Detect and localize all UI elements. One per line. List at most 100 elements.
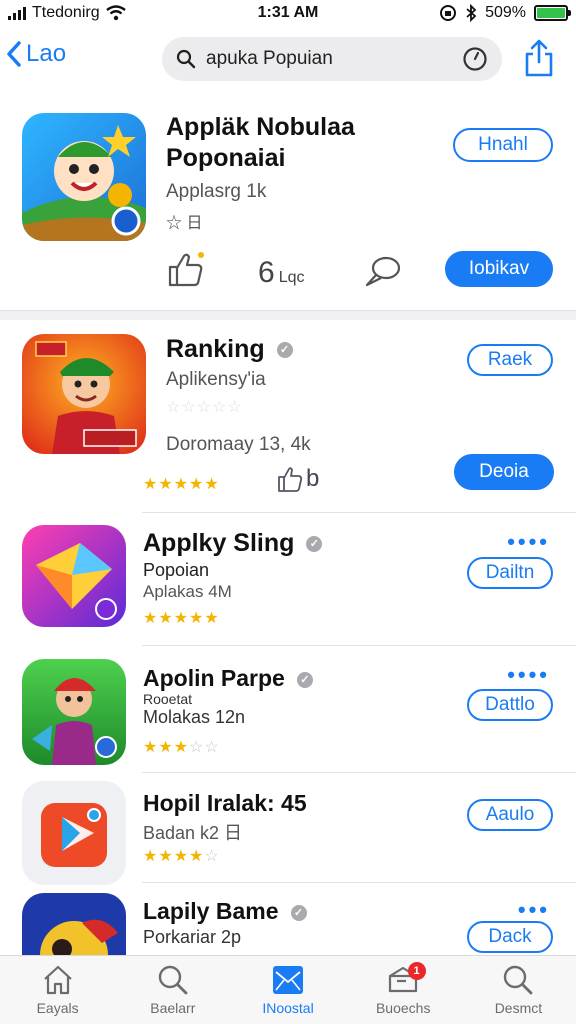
app-icon-hopil[interactable] [22,781,126,885]
tab-buoechs[interactable]: 1 Buoechs [346,956,461,1024]
featured-app-subtitle: Applasrg 1k [166,181,267,202]
app-row[interactable]: Apolin Parpe ✓ Rooetat Molakas 12n ★ ★ ★ ☆ ☆ … [0,646,576,772]
more-dots-icon[interactable]: •••• [507,531,550,553]
star-filled-icon: ★ [158,848,173,865]
notification-badge: 1 [407,962,426,980]
app-subtitle: Aplikensy'ia [166,369,266,390]
star-empty-icon: ☆ [196,399,212,416]
app-button[interactable]: Dack [467,921,553,953]
app-name: Apolin Parpe ✓ [143,663,313,694]
app-row[interactable]: Ranking ✓ Aplikensy'ia ☆ ☆ ☆ ☆ ☆ Doromaay 13,… [0,320,576,510]
star-filled-icon: ★ [143,848,158,865]
tab-baelarr[interactable]: Baelarr [115,956,230,1024]
featured-action-button[interactable]: Iobikav [445,251,553,287]
tab-label: INoostal [262,1000,314,1016]
app-button[interactable]: Aaulo [467,799,553,831]
comment-icon[interactable] [364,254,402,288]
faint-star-rating: ☆ ☆ ☆ ☆ ☆ [166,397,242,417]
star-empty-icon: ☆ [212,399,227,416]
star-filled-icon: ★ [204,476,219,493]
tab-label: Desmct [494,1000,543,1016]
battery-icon [534,5,571,21]
timer-icon[interactable] [462,46,488,72]
mail-icon [273,966,303,994]
star-rating: ★ ★ ★ ★ ☆ [143,846,219,866]
app-name-text: Apolin Parpe [143,665,285,691]
app-name: Lapily Bame ✓ [143,896,307,927]
back-button[interactable]: Lao [6,40,66,68]
app-icon-bame[interactable] [22,893,126,955]
star-filled-icon: ★ [173,739,189,756]
bluetooth-icon [466,4,477,22]
tab-eayals[interactable]: Eayals [0,956,115,1024]
search-icon [158,965,188,995]
back-label: Lao [26,40,67,67]
tab-desmct[interactable]: Desmct [461,956,576,1024]
featured-app-icon[interactable] [22,113,146,241]
star-filled-icon: ★ [143,610,158,627]
app-subtitle: Badan k2 日 [143,823,243,843]
app-subtitle: Porkariar 2p [143,927,242,947]
app-row[interactable]: Hopil Iralak: 45 Badan k2 日 ★ ★ ★ ★ ☆ Aaulo [0,773,576,885]
app-icon-ranking[interactable] [22,334,146,454]
battery-percent: 509% [485,4,526,21]
like-extra: b [306,465,320,492]
star-filled-icon: ★ [189,848,204,865]
app-name-text: Lapily Bame [143,898,279,924]
star-empty-icon: ☆ [204,739,219,756]
star-rating: ★ ★ ★ ★ ★ [143,608,219,628]
status-bar: Ttedonirg 1:31 AM 509% [0,0,576,28]
verified-icon: ✓ [276,342,293,359]
app-meta: Doromaay 13, 4k [166,434,311,455]
chevron-left-icon [7,41,21,67]
app-button[interactable]: Dailtn [467,557,553,589]
app-icon-sling[interactable] [22,525,126,627]
app-button[interactable]: Raek [467,344,553,376]
featured-count: 6 Lqc [258,256,304,290]
featured-app-card[interactable]: Appläk Nobulaa Poponaiai Applasrg 1k ☆ 日… [0,96,576,310]
verified-icon: ✓ [306,536,323,553]
star-empty-icon: ☆ [181,399,196,416]
star-filled-icon: ★ [158,739,173,756]
star-empty-icon: ☆ [189,739,204,756]
search-text: apuka Popuian [206,48,333,69]
app-button[interactable]: Dattlo [467,689,553,721]
search-icon [176,49,196,69]
star-filled-icon: ★ [158,476,173,493]
app-subtitle: Rooetat [143,691,193,707]
verified-icon: ✓ [290,904,307,921]
share-icon[interactable] [524,38,554,78]
star-filled-icon: ★ [204,610,219,627]
star-filled-icon: ★ [143,476,158,493]
star-filled-icon: ★ [143,739,158,756]
app-action-button[interactable]: Deoia [454,454,554,490]
house-icon [43,965,72,995]
featured-count-unit: Lqc [278,269,305,286]
tab-label: Eayals [36,1000,79,1016]
tab-inoostal[interactable]: INoostal [230,956,345,1024]
verified-icon: ✓ [296,671,313,688]
featured-top-button[interactable]: Hnahl [453,128,553,162]
app-icon-parpe[interactable] [22,659,126,765]
star-empty-icon: ☆ [166,399,181,416]
star-rating: ★ ★ ★ ★ ★ [143,474,219,494]
section-divider [0,310,576,320]
app-name: Applky Sling ✓ [143,528,323,559]
app-row[interactable]: Applky Sling ✓ Popoian Aplakas 4M ★ ★ ★ ★ ★ •… [0,513,576,643]
app-name-text: Ranking [166,335,265,363]
featured-app-name: Appläk Nobulaa Poponaiai [166,112,355,174]
status-right: 509% [439,4,571,22]
thumbs-up-icon [278,467,303,492]
lock-rotation-icon [440,5,457,21]
more-dots-icon[interactable]: ••• [518,899,550,921]
star-filled-icon: ★ [189,476,204,493]
featured-app-name-line1: Appläk Nobulaa [166,113,355,141]
app-row[interactable]: Lapily Bame ✓ Porkariar 2p ••• Dack [0,883,576,955]
thumbs-up-icon[interactable] [166,250,206,288]
star-filled-icon: ★ [173,848,189,865]
app-meta: Molakas 12n [143,707,246,727]
nav-bar: Lao apuka Popuian [0,28,576,94]
more-dots-icon[interactable]: •••• [507,664,550,686]
like-count[interactable]: b [276,465,319,493]
search-field[interactable]: apuka Popuian [162,37,502,81]
